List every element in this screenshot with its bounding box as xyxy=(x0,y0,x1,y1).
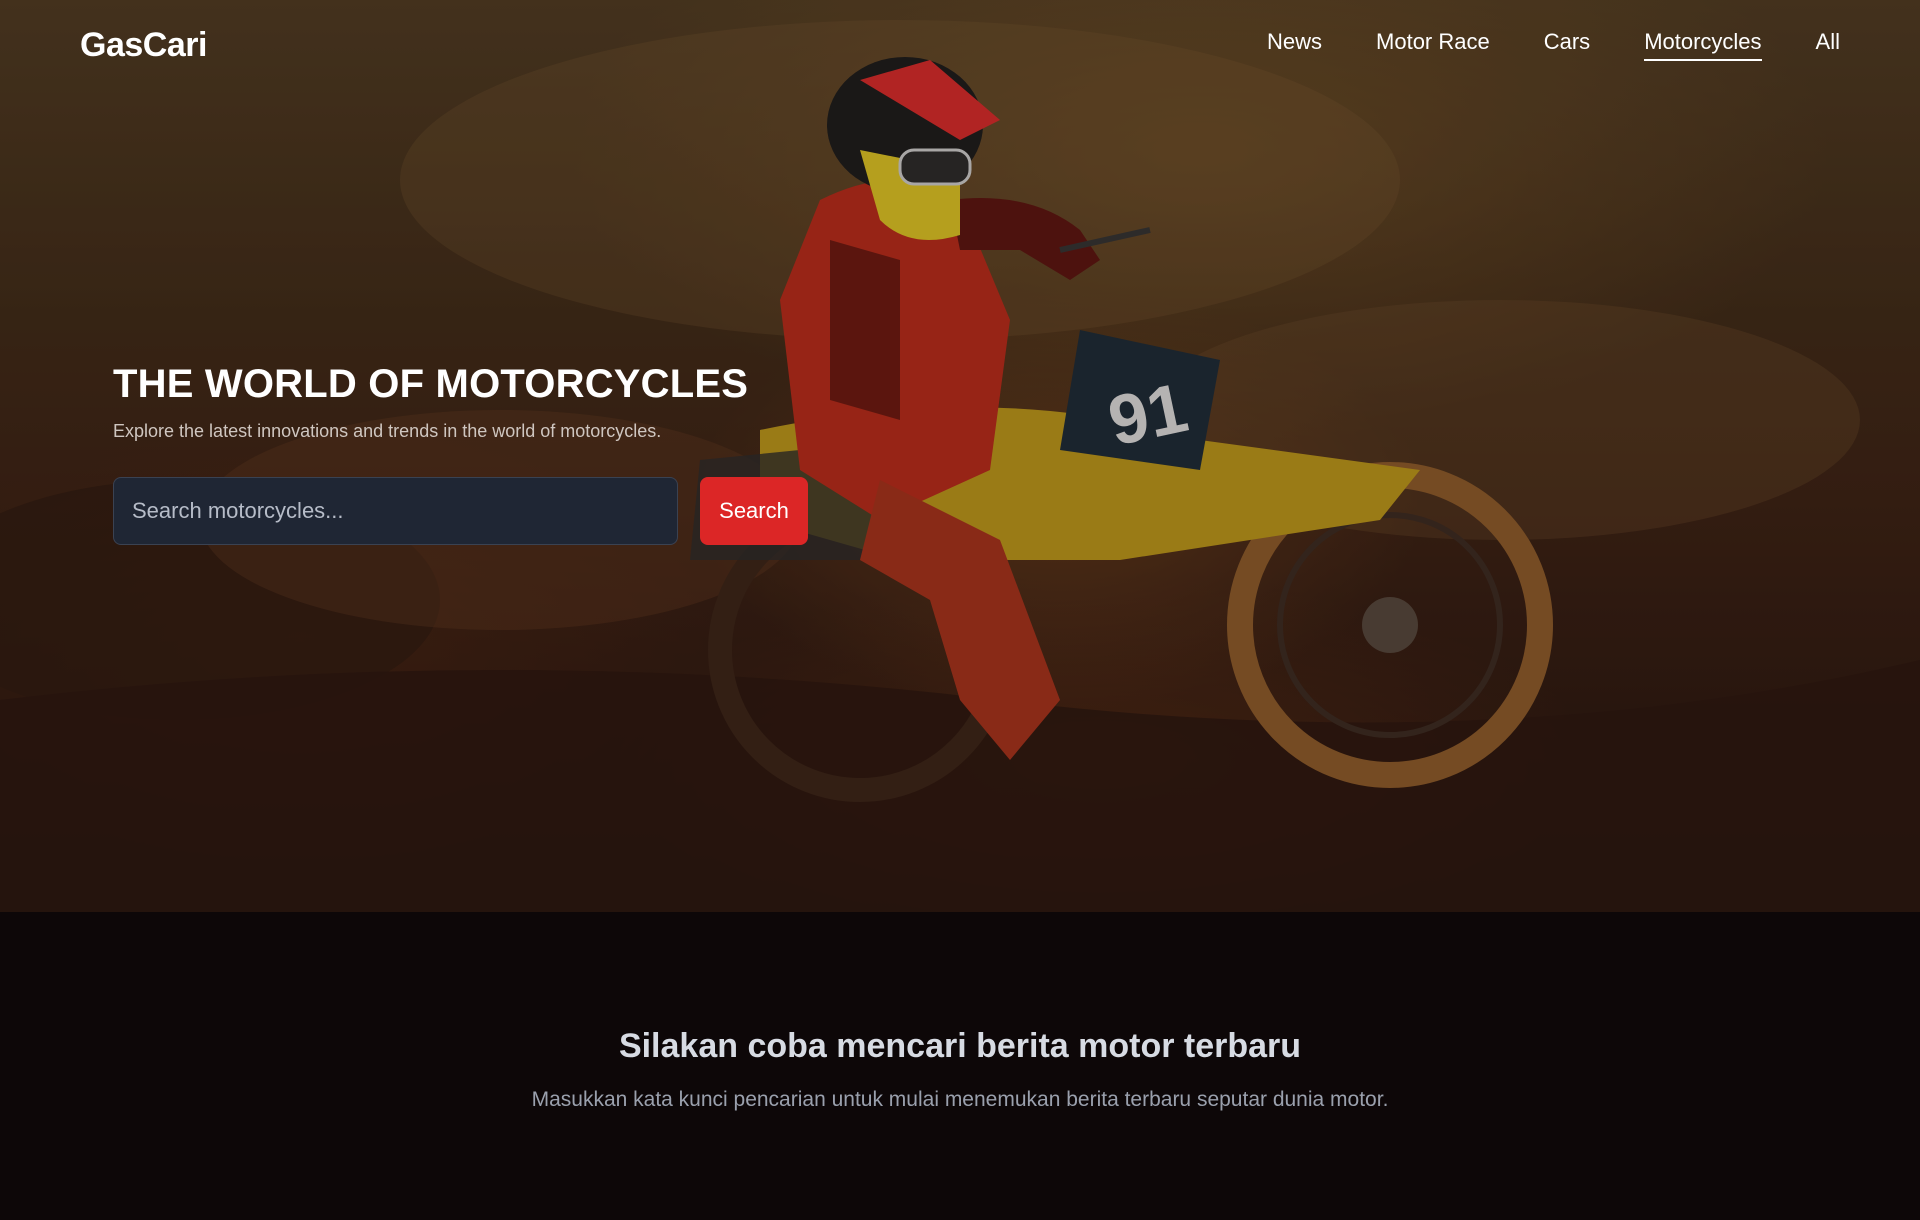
nav-item-motorcycles[interactable]: Motorcycles xyxy=(1644,29,1762,61)
nav-item-news[interactable]: News xyxy=(1267,29,1322,61)
hero-subtitle: Explore the latest innovations and trend… xyxy=(113,421,662,441)
search-input[interactable] xyxy=(113,477,678,545)
site-logo[interactable]: GasCari xyxy=(80,26,207,65)
hero-content: THE WORLD OF MOTORCYCLES Explore the lat… xyxy=(113,362,808,545)
empty-state: Silakan coba mencari berita motor terbar… xyxy=(0,912,1920,1220)
top-navbar: GasCari News Motor Race Cars Motorcycles… xyxy=(0,0,1920,90)
search-button[interactable]: Search xyxy=(700,477,808,545)
empty-state-subtitle: Masukkan kata kunci pencarian untuk mula… xyxy=(531,1088,1389,1111)
empty-state-title: Silakan coba mencari berita motor terbar… xyxy=(618,1027,1302,1065)
hero-title: THE WORLD OF MOTORCYCLES xyxy=(113,362,749,406)
nav-item-all[interactable]: All xyxy=(1816,29,1840,61)
main-nav: News Motor Race Cars Motorcycles All xyxy=(1267,29,1840,61)
search-form: Search xyxy=(113,477,808,545)
nav-item-cars[interactable]: Cars xyxy=(1544,29,1590,61)
nav-item-motor-race[interactable]: Motor Race xyxy=(1376,29,1490,61)
hero-section: 91 GasCari News Motor Race Cars Motorcyc… xyxy=(0,0,1920,912)
